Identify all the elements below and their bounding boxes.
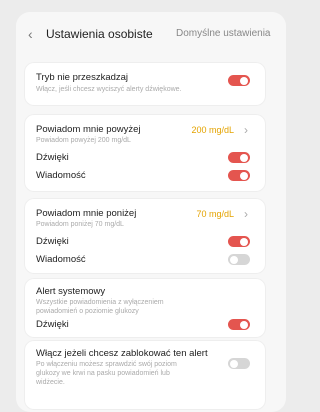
lock-section: Włącz jeżeli chcesz zablokować ten alert… bbox=[24, 340, 266, 410]
dnd-sub: Włącz, jeśli chcesz wyciszyć alerty dźwi… bbox=[36, 86, 182, 93]
above-value[interactable]: 200 mg/dL bbox=[191, 125, 234, 135]
lock-sub: Po włączeniu możesz sprawdzić swój pozio… bbox=[36, 361, 177, 386]
above-sound-label: Dźwięki bbox=[36, 152, 69, 163]
below-label: Powiadom mnie poniżej bbox=[36, 208, 137, 219]
back-chevron-icon[interactable]: ‹ bbox=[28, 26, 42, 42]
default-settings-link[interactable]: Domyślne ustawienia bbox=[176, 28, 271, 39]
below-value[interactable]: 70 mg/dL bbox=[196, 209, 234, 219]
system-sound-toggle[interactable] bbox=[228, 319, 250, 330]
above-section: Powiadom mnie powyżej Powiadom powyżej 2… bbox=[24, 114, 266, 192]
system-sound-label: Dźwięki bbox=[36, 319, 69, 330]
below-message-label: Wiadomość bbox=[36, 254, 86, 265]
above-sound-toggle[interactable] bbox=[228, 152, 250, 163]
above-sub: Powiadom powyżej 200 mg/dL bbox=[36, 137, 131, 144]
below-message-toggle[interactable] bbox=[228, 254, 250, 265]
below-sound-toggle[interactable] bbox=[228, 236, 250, 247]
dnd-toggle[interactable] bbox=[228, 75, 250, 86]
above-message-label: Wiadomość bbox=[36, 170, 86, 181]
chevron-right-icon[interactable]: › bbox=[244, 123, 248, 137]
system-sub: Wszystkie powiadomienia z wyłączeniem po… bbox=[36, 299, 164, 315]
below-sub: Powiadom poniżej 70 mg/dL bbox=[36, 221, 124, 228]
dnd-section: Tryb nie przeszkadzaj Włącz, jeśli chces… bbox=[24, 62, 266, 106]
lock-toggle[interactable] bbox=[228, 358, 250, 369]
system-section: Alert systemowy Wszystkie powiadomienia … bbox=[24, 278, 266, 338]
below-sound-label: Dźwięki bbox=[36, 236, 69, 247]
above-label: Powiadom mnie powyżej bbox=[36, 124, 141, 135]
settings-card: ‹ Ustawienia osobiste Domyślne ustawieni… bbox=[16, 12, 286, 412]
lock-label: Włącz jeżeli chcesz zablokować ten alert bbox=[36, 348, 208, 359]
page-title: Ustawienia osobiste bbox=[46, 27, 153, 41]
header: ‹ Ustawienia osobiste Domyślne ustawieni… bbox=[16, 12, 286, 56]
below-section: Powiadom mnie poniżej Powiadom poniżej 7… bbox=[24, 198, 266, 274]
above-message-toggle[interactable] bbox=[228, 170, 250, 181]
dnd-label: Tryb nie przeszkadzaj bbox=[36, 72, 129, 83]
chevron-right-icon[interactable]: › bbox=[244, 207, 248, 221]
system-label: Alert systemowy bbox=[36, 286, 106, 297]
